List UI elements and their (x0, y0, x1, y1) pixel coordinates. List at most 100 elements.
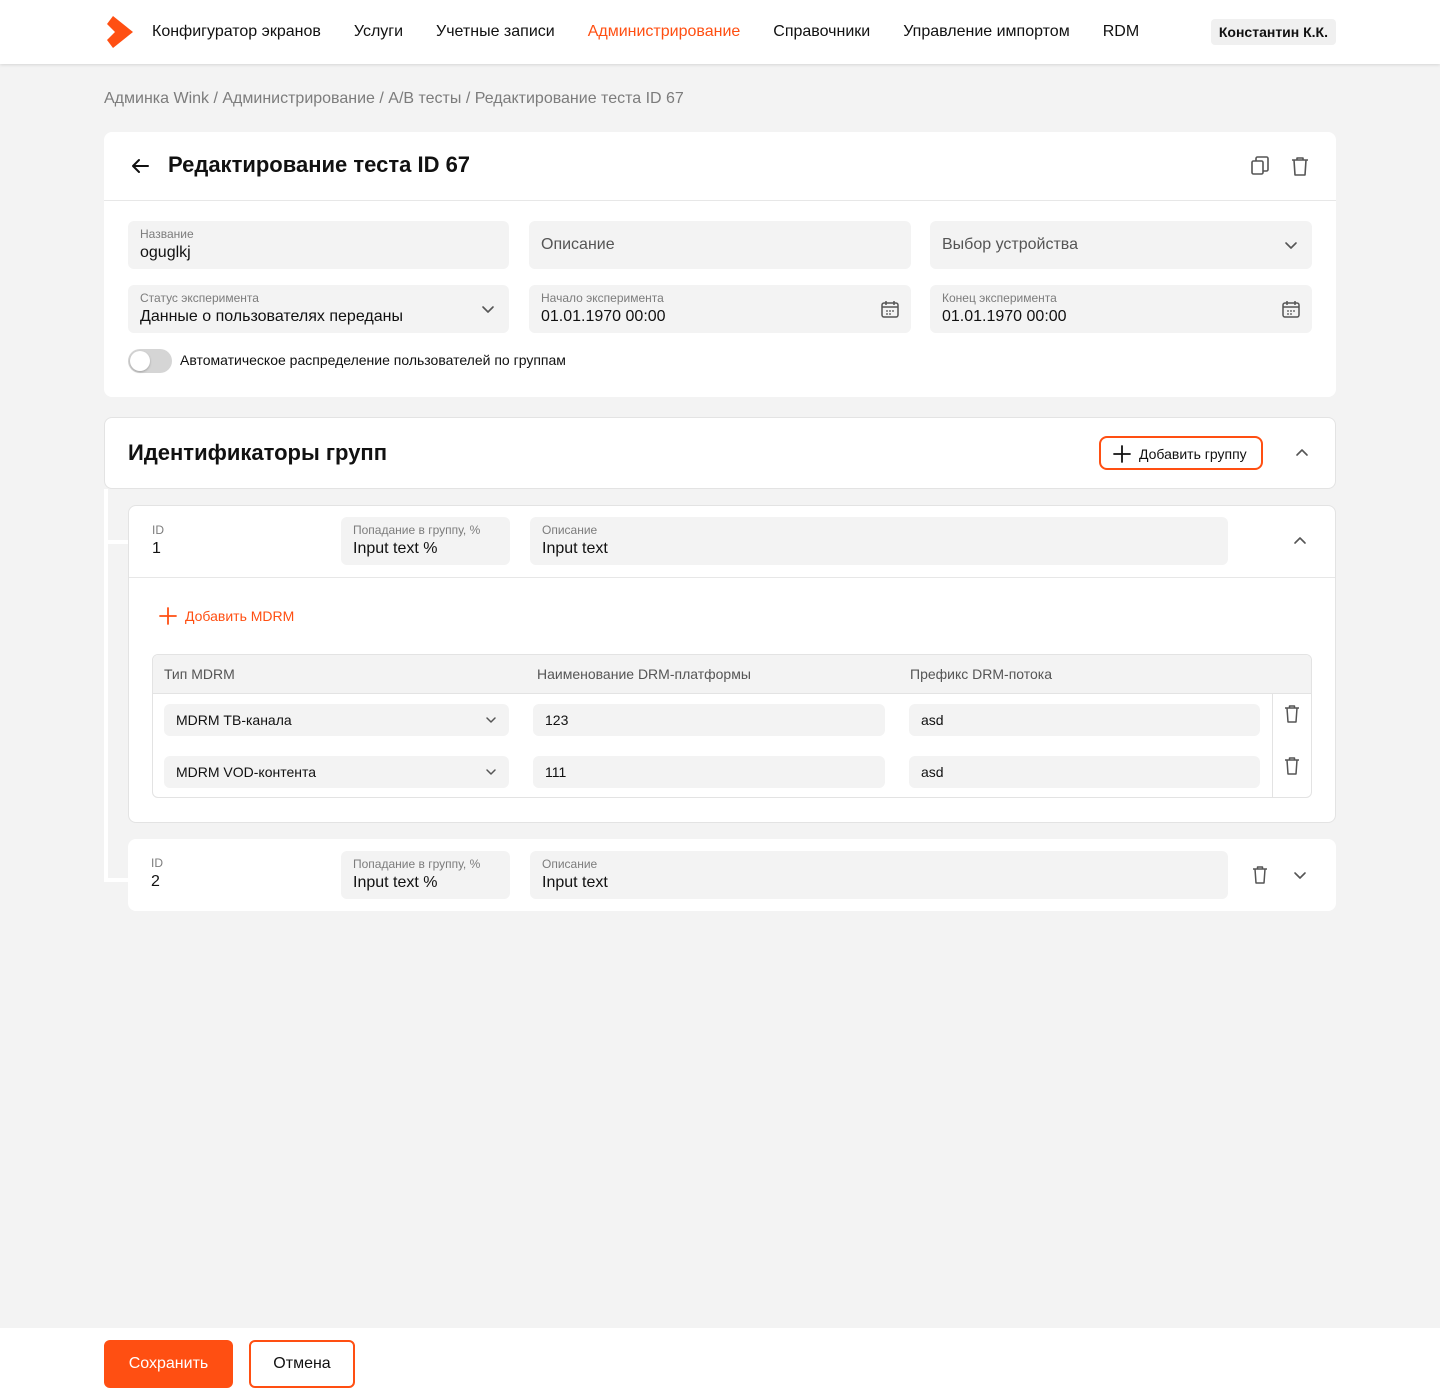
cancel-label: Отмена (273, 1355, 331, 1372)
mdrm-type-value: MDRM VOD-контента (176, 764, 317, 780)
chevron-up-icon[interactable] (1293, 444, 1311, 462)
mdrm-table: Тип MDRM Наименование DRM-платформы Преф… (152, 654, 1312, 798)
drm-prefix-input[interactable]: asd (909, 704, 1260, 736)
tree-connector (104, 878, 128, 882)
breadcrumb: Админка Wink / Администрирование / A/B т… (104, 90, 684, 107)
trash-icon[interactable] (1283, 756, 1301, 776)
toggle-knob (130, 351, 150, 371)
trash-icon[interactable] (1283, 704, 1301, 724)
status-select[interactable]: Статус эксперимента Данные о пользовател… (128, 285, 509, 333)
group-percent-value: Input text % (353, 540, 438, 557)
name-value: oguglkj (140, 244, 191, 261)
groups-title: Идентификаторы групп (128, 440, 388, 465)
plus-icon (159, 607, 177, 625)
group-row: ID 1 Попадание в группу, % Input text % … (129, 506, 1335, 578)
drm-platform-value: 111 (545, 764, 567, 780)
nav-item-accounts[interactable]: Учетные записи (436, 23, 555, 41)
table-body: MDRM ТВ-канала 123 asd MDRM VOD-контента (153, 694, 1311, 797)
group-id-value: 2 (151, 873, 160, 890)
plus-icon (1113, 445, 1131, 463)
status-label: Статус эксперимента (140, 291, 259, 305)
chevron-down-icon (486, 717, 496, 723)
groups-card: Идентификаторы групп Добавить группу (104, 417, 1336, 489)
save-button[interactable]: Сохранить (104, 1340, 233, 1388)
chevron-down-icon (486, 769, 496, 775)
nav-item-screens[interactable]: Конфигуратор экранов (152, 23, 321, 41)
end-date-label: Конец эксперимента (942, 291, 1057, 305)
group-description-field[interactable]: Описание Input text (530, 851, 1228, 899)
name-label: Название (140, 227, 194, 241)
chevron-down-icon (1285, 242, 1297, 249)
column-header-platform: Наименование DRM-платформы (537, 666, 751, 682)
start-date-label: Начало эксперимента (541, 291, 664, 305)
group-id-label: ID (151, 856, 163, 870)
drm-platform-input[interactable]: 111 (533, 756, 885, 788)
nav-menu: Конфигуратор экранов Услуги Учетные запи… (152, 0, 1172, 64)
footer-actions: Сохранить Отмена (0, 1328, 1440, 1400)
description-field[interactable]: Описание (529, 221, 911, 269)
nav-item-import[interactable]: Управление импортом (903, 23, 1069, 41)
drm-prefix-value: asd (921, 764, 944, 780)
drm-platform-value: 123 (545, 712, 569, 728)
chevron-up-icon[interactable] (1291, 532, 1309, 550)
description-placeholder: Описание (541, 236, 615, 253)
add-mdrm-label: Добавить MDRM (185, 608, 295, 624)
device-select[interactable]: Выбор устройства (930, 221, 1312, 269)
start-date-value: 01.01.1970 00:00 (541, 308, 666, 325)
auto-distribution-toggle[interactable] (128, 349, 172, 373)
group-id-label: ID (152, 523, 164, 537)
group-description-value: Input text (542, 874, 608, 891)
nav-item-rdm[interactable]: RDM (1103, 23, 1139, 41)
group-card-2: ID 2 Попадание в группу, % Input text % … (128, 839, 1336, 911)
auto-distribution-label: Автоматическое распределение пользовател… (180, 352, 566, 368)
table-header: Тип MDRM Наименование DRM-платформы Преф… (153, 655, 1311, 694)
mdrm-type-select[interactable]: MDRM ТВ-канала (164, 704, 509, 736)
group-description-value: Input text (542, 540, 608, 557)
save-label: Сохранить (128, 1355, 209, 1372)
drm-platform-input[interactable]: 123 (533, 704, 885, 736)
end-date-value: 01.01.1970 00:00 (942, 308, 1067, 325)
drm-prefix-input[interactable]: asd (909, 756, 1260, 788)
wink-logo[interactable] (107, 16, 133, 48)
start-date-field[interactable]: Начало эксперимента 01.01.1970 00:00 (529, 285, 911, 333)
drm-prefix-value: asd (921, 712, 944, 728)
end-date-field[interactable]: Конец эксперимента 01.01.1970 00:00 (930, 285, 1312, 333)
status-value: Данные о пользователях переданы (140, 308, 403, 325)
tree-connector (104, 540, 128, 544)
group-description-label: Описание (542, 857, 598, 871)
chevron-down-icon[interactable] (1291, 866, 1309, 884)
chevron-down-icon (482, 306, 494, 313)
edit-test-card: Редактирование теста ID 67 Название ogug… (104, 132, 1336, 397)
column-header-prefix: Префикс DRM-потока (910, 666, 1053, 682)
name-field[interactable]: Название oguglkj (128, 221, 509, 269)
tree-connector (104, 489, 108, 882)
back-arrow-icon[interactable] (130, 156, 150, 176)
device-placeholder: Выбор устройства (942, 236, 1079, 253)
calendar-icon[interactable] (879, 298, 901, 320)
copy-icon[interactable] (1249, 155, 1271, 177)
page-title: Редактирование теста ID 67 (168, 152, 471, 177)
group-percent-value: Input text % (353, 874, 438, 891)
mdrm-type-select[interactable]: MDRM VOD-контента (164, 756, 509, 788)
cancel-button[interactable]: Отмена (249, 1340, 355, 1388)
table-divider (1272, 694, 1273, 797)
trash-icon[interactable] (1289, 155, 1311, 177)
group-description-label: Описание (542, 523, 598, 537)
add-group-button[interactable]: Добавить группу (1099, 436, 1263, 470)
group-percent-field[interactable]: Попадание в группу, % Input text % (341, 851, 510, 899)
group-card-1: ID 1 Попадание в группу, % Input text % … (128, 505, 1336, 823)
card-header: Редактирование теста ID 67 (104, 132, 1336, 201)
group-percent-field[interactable]: Попадание в группу, % Input text % (341, 517, 510, 565)
trash-icon[interactable] (1250, 865, 1270, 885)
group-description-field[interactable]: Описание Input text (530, 517, 1228, 565)
nav-item-directories[interactable]: Справочники (773, 23, 870, 41)
group-id-value: 1 (152, 540, 161, 557)
calendar-icon[interactable] (1280, 298, 1302, 320)
group-percent-label: Попадание в группу, % (353, 523, 481, 537)
nav-item-services[interactable]: Услуги (354, 23, 403, 41)
column-header-type: Тип MDRM (164, 666, 235, 682)
user-badge[interactable]: Константин К.К. (1210, 19, 1336, 45)
group-percent-label: Попадание в группу, % (353, 857, 481, 871)
nav-item-administration[interactable]: Администрирование (588, 23, 741, 41)
mdrm-type-value: MDRM ТВ-канала (176, 712, 292, 728)
